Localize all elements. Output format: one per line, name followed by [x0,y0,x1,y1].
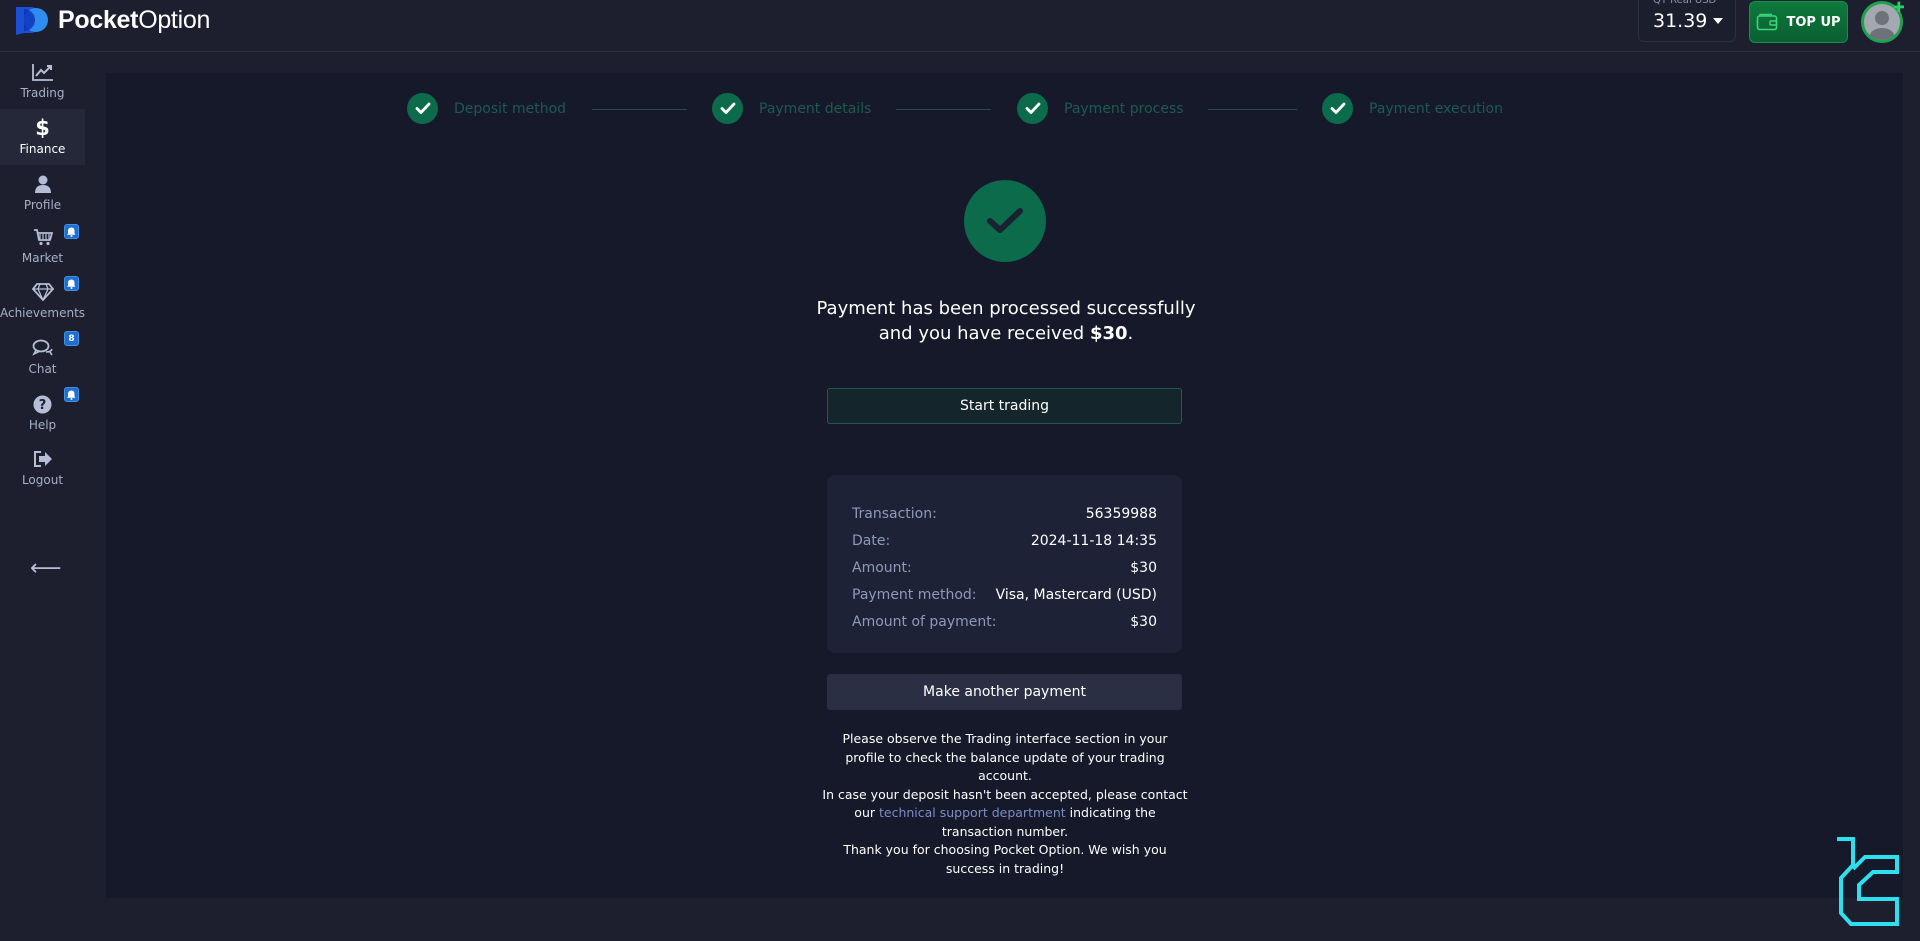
transaction-details-card: Transaction: 56359988 Date: 2024-11-18 1… [827,475,1182,653]
sidebar-item-label: Logout [21,473,64,487]
step-label: Payment details [759,100,872,117]
success-check-icon [964,180,1046,262]
collapse-sidebar-arrow-icon[interactable]: ⟵ [30,556,62,581]
detail-value: Visa, Mastercard (USD) [995,586,1157,603]
detail-value: 2024-11-18 14:35 [1030,532,1157,549]
success-message-line2: and you have received $30. [786,321,1226,346]
success-message-prefix: and you have received [878,323,1090,344]
check-icon [1322,93,1353,124]
bell-icon [67,227,76,237]
detail-key: Date: [852,532,891,549]
step-payment-details: Payment details [712,93,871,124]
market-notification-badge [64,224,79,239]
dollar-icon: $ [35,116,50,140]
sidebar-item-label: Achievements [0,306,86,320]
success-message-line1: Payment has been processed successfully [816,298,1196,319]
step-label: Payment execution [1369,100,1503,117]
top-up-button[interactable]: TOP UP [1749,1,1848,43]
sidebar-item-label: Profile [23,198,62,212]
make-another-payment-button[interactable]: Make another payment [827,674,1182,710]
received-amount: $30 [1089,323,1128,344]
start-trading-button[interactable]: Start trading [827,388,1182,424]
check-icon [407,93,438,124]
top-header: PocketOption QT Real USD 31.39 TOP UP ✚ [0,0,1920,52]
top-up-label: TOP UP [1786,14,1841,30]
step-label: Deposit method [454,100,567,117]
balance-value: 31.39 [1653,10,1708,32]
detail-row-payment-method: Payment method: Visa, Mastercard (USD) [852,581,1157,608]
sidebar-item-label: Market [21,251,64,265]
step-connector [1208,109,1297,110]
detail-value: $30 [1130,613,1157,630]
chat-icon [31,337,54,359]
technical-support-link[interactable]: technical support department [879,805,1066,820]
brand-name: PocketOption [58,6,210,35]
info-notice: Please observe the Trading interface sec… [822,730,1188,878]
caret-down-icon [1713,18,1723,24]
detail-value: 56359988 [1085,505,1157,522]
success-message: Payment has been processed successfully … [786,296,1226,346]
detail-key: Amount of payment: [852,613,997,630]
chat-unread-badge: 8 [64,331,79,346]
step-label: Payment process [1064,100,1184,117]
detail-key: Transaction: [852,505,937,522]
sidebar-item-label: Chat [28,362,57,376]
info-paragraph-3: Thank you for choosing Pocket Option. We… [843,842,1167,876]
success-message-suffix: . [1127,323,1134,344]
check-icon [1017,93,1048,124]
detail-key: Payment method: [852,586,977,603]
diamond-icon [31,281,54,303]
logo-mark-icon [16,7,48,35]
step-payment-process: Payment process [1017,93,1184,124]
step-deposit-method: Deposit method [407,93,566,124]
svg-text:?: ? [39,398,47,413]
payment-result-panel: Deposit method Payment details Payment p… [106,73,1903,898]
info-paragraph-2: In case your deposit hasn't been accepte… [822,786,1188,842]
account-type-label: QT Real USD [1653,0,1717,6]
user-icon [34,173,51,195]
detail-key: Amount: [852,559,912,576]
cart-icon [33,226,53,248]
check-icon [712,93,743,124]
sidebar-item-logout[interactable]: Logout [0,440,85,496]
detail-row-date: Date: 2024-11-18 14:35 [852,527,1157,554]
detail-value: $30 [1130,559,1157,576]
avatar-plus-icon: ✚ [1893,0,1905,16]
info-paragraph-1: Please observe the Trading interface sec… [842,731,1168,783]
sidebar-item-label: Finance [19,142,66,156]
sidebar-item-finance[interactable]: $ Finance [0,109,85,165]
detail-row-transaction: Transaction: 56359988 [852,500,1157,527]
detail-row-amount: Amount: $30 [852,554,1157,581]
step-payment-execution: Payment execution [1322,93,1503,124]
chart-line-icon [31,61,54,83]
wallet-icon [1757,13,1778,31]
brand-bold: Pocket [58,5,139,34]
sidebar: Trading $ Finance Profile Market Achieve… [0,53,85,941]
payment-steps: Deposit method Payment details Payment p… [106,93,1903,127]
sidebar-item-trading[interactable]: Trading [0,53,85,109]
watermark-logo-icon [1837,837,1899,926]
step-connector [896,109,991,110]
bell-icon [67,279,76,289]
pocket-option-logo[interactable]: PocketOption [14,5,210,35]
step-connector [592,109,687,110]
detail-row-amount-of-payment: Amount of payment: $30 [852,608,1157,635]
account-balance-dropdown[interactable]: QT Real USD 31.39 [1638,0,1736,42]
sidebar-item-label: Help [28,418,57,432]
brand-light: Option [138,5,211,34]
sidebar-item-profile[interactable]: Profile [0,165,85,221]
help-notification-badge [64,387,79,402]
sidebar-item-label: Trading [20,86,65,100]
logout-icon [33,448,53,470]
achievements-notification-badge [64,276,79,291]
question-icon: ? [33,393,52,415]
bell-icon [67,390,76,400]
